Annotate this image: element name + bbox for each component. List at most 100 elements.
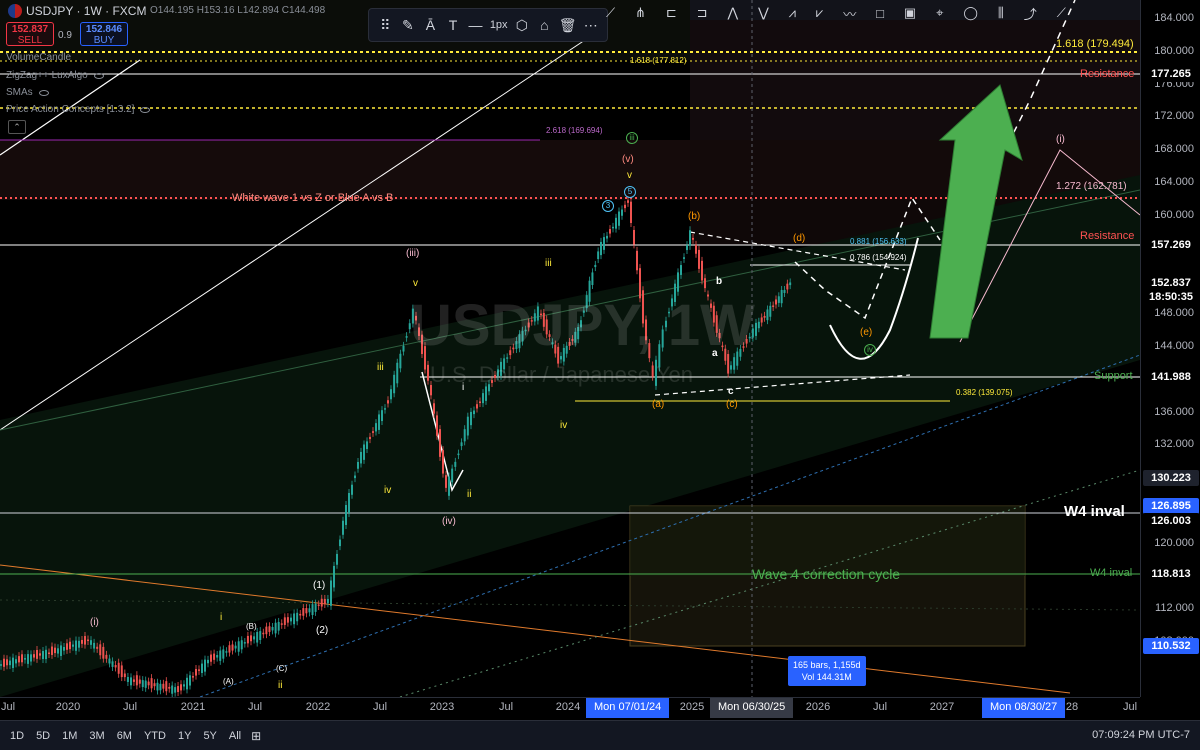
bars-pattern-icon[interactable]: ⫼ [998, 5, 1004, 21]
visibility-eye-icon[interactable] [38, 89, 49, 96]
date-range-icon[interactable]: ⊞ [251, 729, 261, 743]
candle-body [219, 650, 222, 661]
measure-tooltip: 165 bars, 1,155d Vol 144.31M [788, 656, 866, 686]
w4-inval-small-label: W4 inval [1090, 567, 1133, 579]
timeframe-button[interactable]: 3M [83, 730, 110, 742]
indicator-row[interactable]: Price Action Concepts [1.3.2] [6, 104, 151, 115]
candle-body [262, 632, 265, 635]
elliott-abc-icon[interactable]: ⩗ [816, 5, 823, 21]
ellipse-tool-icon[interactable]: ◯ [963, 5, 978, 21]
text-icon[interactable]: T [445, 16, 462, 34]
fib-tool-icon[interactable]: ⊏ [666, 5, 677, 21]
timeframe-bar[interactable]: 1D 5D 1M 3M 6M YTD 1Y 5Y All ⊞ 07:09:24 PM UTC-7 [0, 720, 1200, 750]
fib-0881-label: 0.881 (156.633) [850, 237, 907, 246]
candle-body [600, 241, 602, 256]
candle-body [225, 651, 228, 653]
visibility-eye-icon[interactable] [93, 72, 104, 79]
candle-body [695, 244, 697, 254]
path-tool-icon[interactable]: ⤴ [1024, 4, 1037, 23]
candle-body [108, 658, 111, 664]
candle-body [591, 272, 594, 285]
timeframe-button[interactable]: 6M [111, 730, 138, 742]
candle-body [363, 444, 365, 460]
currency-flag-icon [8, 4, 22, 18]
candle-body [265, 626, 268, 635]
trendline-tool-icon[interactable]: ⟋ [606, 5, 615, 21]
pattern-abcd-icon[interactable]: ⋁ [758, 5, 769, 21]
text-color-icon[interactable]: Ā [422, 16, 439, 34]
wave-label: (iv) [442, 516, 456, 527]
chart-area[interactable]: USDJPY, 1W U.S. Dollar / Japanese Yen US… [0, 0, 1140, 697]
time-tick: 2020 [55, 701, 81, 713]
collapse-legend-icon[interactable]: ⌃ [8, 120, 26, 134]
pencil-icon[interactable]: ✎ [400, 16, 417, 34]
buy-button[interactable]: 152.846 BUY [80, 22, 128, 46]
indicator-row[interactable]: ZigZag++ LuxAlgo [6, 70, 104, 81]
timeframe-button[interactable]: 1Y [172, 730, 197, 742]
candle-body [402, 345, 405, 352]
candle-body [463, 429, 466, 442]
candle-body [692, 237, 694, 240]
wave-label: (C) [276, 664, 288, 673]
candle-body [3, 658, 5, 667]
time-axis[interactable]: Jul 2020 Jul 2021 Jul 2022 Jul 2023 Jul 2024 2025 2… [0, 697, 1140, 718]
sell-button[interactable]: 152.837 SELL [6, 22, 54, 46]
candle-body [323, 598, 326, 605]
lock-icon[interactable]: ⌂ [536, 16, 553, 34]
fib-channel-icon[interactable]: ⊐ [697, 5, 708, 21]
timeframe-button[interactable]: 1D [4, 730, 30, 742]
line-style-icon[interactable]: — [467, 16, 484, 34]
elliott-wave-icon[interactable]: ⩘ [789, 5, 796, 21]
candle-body [30, 654, 32, 662]
candle-body [354, 475, 356, 479]
pitchfork-tool-icon[interactable]: ⋔ [635, 5, 646, 21]
price-label: 18:50:35 [1143, 289, 1199, 305]
candle-body [460, 442, 463, 447]
price-tick: 164.000 [1154, 176, 1194, 188]
wave-label: iii [377, 362, 384, 373]
ohlc-values: O144.195 H153.16 L142.894 C144.498 [150, 5, 326, 16]
timeframe-button[interactable]: YTD [138, 730, 172, 742]
time-tick: Jul [247, 701, 263, 713]
forecast-tool-icon[interactable]: ⌖ [936, 5, 943, 21]
trash-icon[interactable]: 🗑 [559, 16, 577, 34]
rectangle-tool-icon[interactable]: □ [876, 6, 884, 21]
candle-body [15, 659, 17, 664]
drawing-toolbar[interactable]: ⠿ ✎ Ā T — 1px ⬡ ⌂ 🗑 ⋯ [368, 8, 608, 42]
clock: 07:09:24 PM UTC-7 [1092, 729, 1190, 741]
candle-body [138, 679, 141, 684]
time-tick: Jul [872, 701, 888, 713]
brush-tool-icon[interactable]: 〰 [843, 4, 856, 23]
pattern-xabcd-icon[interactable]: ⋀ [727, 5, 738, 21]
wave-label: iv [384, 485, 392, 496]
timeframe-button[interactable]: All [223, 730, 247, 742]
price-axis[interactable]: 184.000 180.000 176.000 172.000 168.000 164.0… [1140, 0, 1200, 697]
candle-body [237, 641, 240, 652]
timeframe-button[interactable]: 5Y [197, 730, 222, 742]
wave-label-text: 5 [624, 186, 636, 198]
candle-body [177, 686, 180, 693]
pen-tool-icon[interactable]: ⟋ [1057, 5, 1066, 21]
line-width-select[interactable]: 1px [490, 19, 508, 31]
candle-body [274, 622, 277, 634]
settings-icon[interactable]: ⬡ [514, 16, 531, 34]
candle-body [439, 429, 441, 457]
price-range-icon[interactable]: ▣ [904, 5, 916, 21]
indicator-row[interactable]: VolumeCandle [6, 52, 71, 63]
wave-label: 5 [624, 186, 636, 198]
candle-body [171, 685, 174, 694]
timeframe-button[interactable]: 1M [56, 730, 83, 742]
candle-body [99, 644, 102, 656]
axis-settings-corner[interactable] [1140, 697, 1200, 717]
symbol-title[interactable]: USDJPY · 1W · FXCM [8, 4, 146, 18]
wave-label: iv [864, 344, 876, 356]
candle-body [9, 660, 11, 666]
timeframe-button[interactable]: 5D [30, 730, 56, 742]
indicator-row[interactable]: SMAs [6, 87, 49, 98]
visibility-eye-icon[interactable] [140, 106, 151, 113]
drag-handle-icon[interactable]: ⠿ [377, 16, 394, 34]
drawing-tools-strip[interactable]: ⟋ ⋔ ⊏ ⊐ ⋀ ⋁ ⩘ ⩗ 〰 □ ▣ ⌖ ◯ ⫼ ⤴ ⟋ [596, 2, 1076, 24]
time-tick: Jul [372, 701, 388, 713]
sell-label: SELL [17, 35, 43, 46]
candle-body [381, 410, 383, 422]
